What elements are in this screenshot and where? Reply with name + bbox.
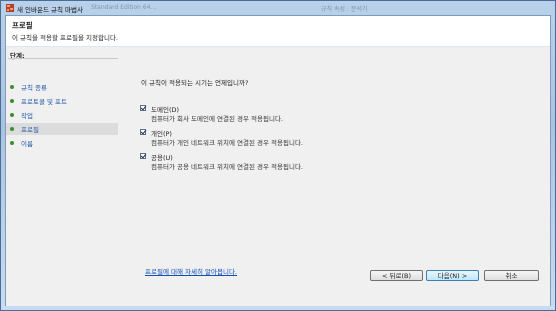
title-bar[interactable]: 새 인바운드 규칙 마법사 Standard Edition 64... 규칙 … bbox=[1, 1, 555, 15]
profile-panel: 이 규칙이 적용되는 시기는 언제입니까? 도메인(D) 컴퓨터가 회사 도메인… bbox=[136, 47, 546, 306]
background-tab: 규칙 속성 : 분석기 bbox=[321, 6, 368, 13]
back-button[interactable]: < 뒤로(B) bbox=[370, 270, 423, 281]
step-name[interactable]: 이름 bbox=[6, 137, 118, 149]
step-bullet-icon bbox=[10, 99, 14, 103]
step-bullet-icon bbox=[10, 127, 14, 131]
option-description: 컴퓨터가 회사 도메인에 연결된 경우 적용됩니다. bbox=[151, 115, 283, 123]
step-rule-type[interactable]: 규칙 종류 bbox=[6, 81, 118, 93]
public-checkbox[interactable] bbox=[140, 153, 146, 159]
firewall-icon bbox=[6, 4, 14, 12]
background-tabs: Standard Edition 64... 규칙 속성 : 분석기 bbox=[91, 4, 367, 13]
step-label: 이름 bbox=[21, 140, 33, 148]
question-text: 이 규칙이 적용되는 시기는 언제입니까? bbox=[141, 79, 249, 87]
learn-more-link[interactable]: 프로필에 대해 자세히 알아봅니다. bbox=[145, 266, 237, 276]
wizard-body: 단계: 규칙 종류 프로토콜 및 포트 작업 프로필 이름 이 규칙이 적용되는… bbox=[6, 47, 550, 306]
steps-sidebar: 단계: 규칙 종류 프로토콜 및 포트 작업 프로필 이름 bbox=[6, 47, 121, 306]
divider bbox=[8, 58, 118, 59]
page-subtitle: 이 규칙을 적용할 프로필을 지정합니다. bbox=[12, 34, 119, 42]
step-bullet-icon bbox=[10, 141, 14, 145]
step-label: 작업 bbox=[21, 112, 33, 120]
background-tab: Standard Edition 64... bbox=[91, 4, 157, 11]
step-label: 프로토콜 및 포트 bbox=[21, 98, 67, 106]
option-description: 컴퓨터가 공용 네트워크 위치에 연결된 경우 적용됩니다. bbox=[151, 163, 304, 171]
wizard-client-area: 프로필 이 규칙을 적용할 프로필을 지정합니다. 단계: 규칙 종류 프로토콜… bbox=[5, 15, 551, 306]
page-title: 프로필 bbox=[12, 21, 33, 30]
option-description: 컴퓨터가 개인 네트워크 위치에 연결된 경우 적용됩니다. bbox=[151, 139, 304, 147]
wizard-window: 새 인바운드 규칙 마법사 Standard Edition 64... 규칙 … bbox=[0, 0, 556, 311]
step-label: 규칙 종류 bbox=[21, 84, 47, 92]
domain-checkbox[interactable] bbox=[140, 105, 146, 111]
step-protocol-port[interactable]: 프로토콜 및 포트 bbox=[6, 95, 118, 107]
step-bullet-icon bbox=[10, 113, 14, 117]
wizard-header: 프로필 이 규칙을 적용할 프로필을 지정합니다. bbox=[6, 16, 550, 47]
step-action[interactable]: 작업 bbox=[6, 109, 118, 121]
window-title: 새 인바운드 규칙 마법사 bbox=[17, 6, 83, 14]
cancel-button[interactable]: 취소 bbox=[484, 270, 539, 281]
step-bullet-icon bbox=[10, 85, 14, 89]
private-checkbox[interactable] bbox=[140, 129, 146, 135]
next-button[interactable]: 다음(N) > bbox=[426, 270, 479, 281]
step-profile[interactable]: 프로필 bbox=[6, 123, 118, 135]
step-label: 프로필 bbox=[21, 126, 39, 134]
